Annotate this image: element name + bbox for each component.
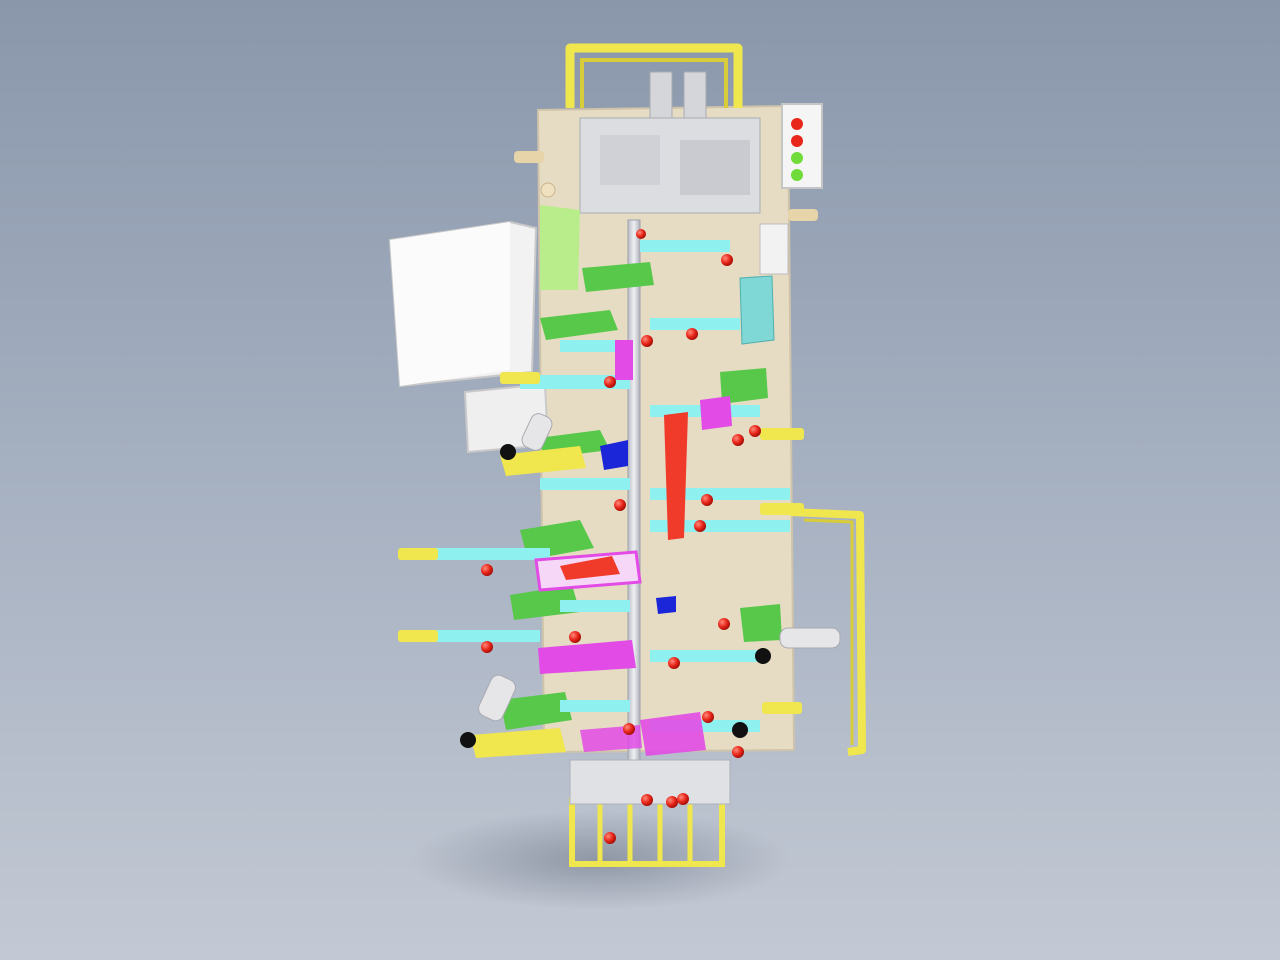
clamp-handle-black-2 [460, 732, 476, 748]
locator-ball [677, 793, 689, 805]
cad-viewport[interactable] [0, 0, 1280, 960]
indicator-light-red-1 [791, 118, 803, 130]
locator-ball [481, 564, 493, 576]
fixture-magenta-2 [700, 396, 732, 430]
locator-ball [614, 499, 626, 511]
cylinder-yellow-5 [760, 503, 804, 515]
cylinder-yellow-3 [500, 372, 540, 384]
rail-bottom-left [470, 728, 566, 758]
locator-ball [686, 328, 698, 340]
locator-bar-red [664, 412, 688, 540]
locator-ball [701, 494, 713, 506]
locator-ball [718, 618, 730, 630]
clamp-handle-black-3 [755, 648, 771, 664]
corner-knob-right [788, 209, 818, 221]
indicator-light-green-1 [791, 152, 803, 164]
locator-ball [732, 746, 744, 758]
locator-ball [702, 711, 714, 723]
clamp-arm-r2 [650, 318, 740, 330]
corner-knob-left [514, 151, 544, 163]
top-mechanism-detail [600, 135, 660, 185]
block-blue-2 [656, 596, 676, 614]
fixture-magenta-5 [615, 340, 633, 380]
locator-ball [623, 723, 635, 735]
support-pad-top [540, 205, 580, 290]
locator-ball [604, 832, 616, 844]
locator-ball [481, 641, 493, 653]
right-block-1 [739, 275, 775, 345]
indicator-light-red-2 [791, 135, 803, 147]
cylinder-yellow-6 [762, 702, 802, 714]
locator-ball [668, 657, 680, 669]
clamp-arm-r1 [640, 240, 730, 252]
cylinder-yellow-2 [398, 630, 438, 642]
locator-ball [569, 631, 581, 643]
locator-ball [604, 376, 616, 388]
control-box-face [390, 222, 510, 386]
indicator-light-green-2 [791, 169, 803, 181]
clamp-handle-black-4 [732, 722, 748, 738]
clamp-arm-r6 [650, 650, 760, 662]
top-mechanism-detail-2 [680, 140, 750, 195]
support-pad-right-2 [740, 604, 782, 642]
clamp-handle-black-1 [500, 444, 516, 460]
fixture-3d-model[interactable] [0, 0, 1280, 960]
cylinder-yellow-4 [760, 428, 804, 440]
locator-ball [666, 796, 678, 808]
clamp-arm-l3 [540, 478, 630, 490]
clamp-arm-l6 [560, 600, 630, 612]
locator-ball [732, 434, 744, 446]
clamp-arm-l7 [560, 700, 630, 712]
locator-ball [636, 229, 646, 239]
label-plate [759, 223, 789, 275]
pneumatic-cylinder-right [779, 627, 841, 649]
locator-ball [641, 335, 653, 347]
bolt-top-left [540, 182, 556, 198]
clamp-arm-l4 [430, 548, 550, 560]
locator-ball [641, 794, 653, 806]
locator-ball [721, 254, 733, 266]
locator-ball [694, 520, 706, 532]
cylinder-yellow-1 [398, 548, 438, 560]
locator-ball [749, 425, 761, 437]
